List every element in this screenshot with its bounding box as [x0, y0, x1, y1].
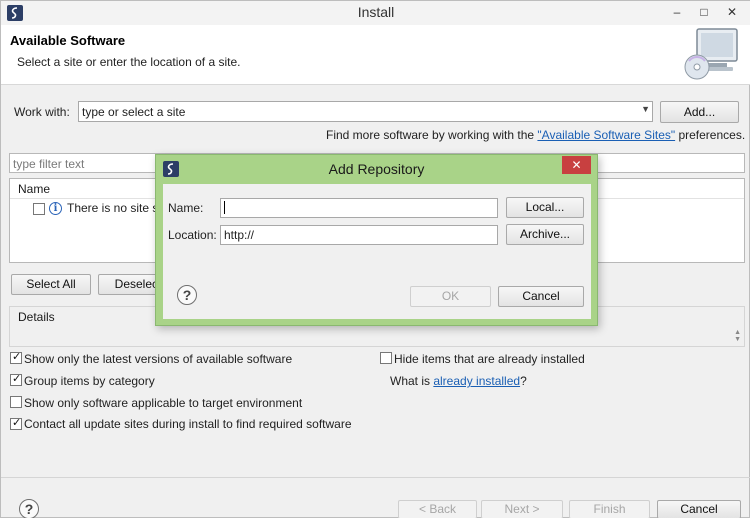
dialog-title-bar: Add Repository ✕: [156, 155, 597, 184]
dialog-title: Add Repository: [328, 161, 425, 177]
find-more-text: Find more software by working with the "…: [326, 128, 745, 142]
repo-location-input[interactable]: http://: [220, 225, 498, 245]
add-repository-dialog: Add Repository ✕ Name: Local... Location…: [155, 154, 598, 326]
repo-name-input[interactable]: [220, 198, 498, 218]
details-scroll-arrows-icon[interactable]: ▲ ▼: [734, 329, 741, 343]
chevron-down-icon[interactable]: ▼: [641, 104, 650, 114]
details-title: Details: [18, 310, 55, 324]
window-title: Install: [357, 4, 395, 20]
finish-button[interactable]: Finish: [569, 500, 650, 518]
group-by-category-label: Group items by category: [24, 374, 155, 388]
repo-location-label: Location:: [168, 228, 217, 242]
close-button[interactable]: ✕: [719, 2, 745, 22]
page-header: Available Software Select a site or ente…: [1, 25, 750, 85]
install-banner-icon: [684, 28, 738, 80]
page-title: Available Software: [10, 33, 126, 48]
repo-location-value: http://: [224, 228, 255, 242]
info-icon: i: [49, 202, 62, 215]
dialog-body: Name: Local... Location: http:// Archive…: [163, 184, 591, 319]
applicable-only-checkbox[interactable]: [10, 396, 22, 408]
work-with-value: type or select a site: [82, 105, 186, 119]
footer-divider: [1, 477, 750, 478]
back-button[interactable]: < Back: [398, 500, 477, 518]
find-more-suffix: preferences.: [675, 128, 746, 142]
select-all-button[interactable]: Select All: [11, 274, 91, 295]
archive-button[interactable]: Archive...: [506, 224, 584, 245]
title-bar: Install ‒ □ ✕: [1, 1, 750, 25]
find-more-prefix: Find more software by working with the: [326, 128, 538, 142]
show-latest-label: Show only the latest versions of availab…: [24, 352, 293, 366]
help-icon[interactable]: ?: [19, 499, 39, 518]
cancel-button[interactable]: Cancel: [657, 500, 741, 518]
repo-name-label: Name:: [168, 201, 204, 215]
applicable-only-label: Show only software applicable to target …: [24, 396, 303, 410]
text-caret: [224, 201, 225, 214]
available-software-sites-link[interactable]: "Available Software Sites": [537, 128, 675, 142]
work-with-label: Work with:: [14, 105, 70, 119]
what-is-suffix: ?: [520, 374, 527, 388]
work-with-combo[interactable]: type or select a site ▼: [78, 101, 653, 122]
already-installed-link[interactable]: already installed: [433, 374, 520, 388]
hide-installed-label: Hide items that are already installed: [394, 352, 585, 366]
hide-installed-checkbox[interactable]: [380, 352, 392, 364]
show-latest-checkbox[interactable]: [10, 350, 22, 364]
what-is-prefix: What is: [390, 374, 434, 388]
column-name[interactable]: Name: [18, 182, 50, 196]
what-is-installed-text: What is already installed?: [390, 374, 527, 388]
add-site-button[interactable]: Add...: [660, 101, 739, 123]
contact-update-sites-checkbox[interactable]: [10, 416, 22, 430]
ok-button[interactable]: OK: [410, 286, 491, 307]
filter-placeholder: type filter text: [13, 157, 85, 171]
row-checkbox[interactable]: [33, 203, 45, 215]
contact-update-sites-label: Contact all update sites during install …: [24, 417, 352, 431]
local-button[interactable]: Local...: [506, 197, 584, 218]
dialog-close-button[interactable]: ✕: [562, 156, 591, 174]
minimize-button[interactable]: ‒: [664, 2, 690, 22]
next-button[interactable]: Next >: [481, 500, 563, 518]
dialog-help-icon[interactable]: ?: [177, 285, 197, 305]
table-row-text: There is no site s: [67, 201, 159, 215]
page-subtitle: Select a site or enter the location of a…: [17, 55, 241, 69]
maximize-button[interactable]: □: [691, 2, 717, 22]
group-by-category-checkbox[interactable]: [10, 372, 22, 386]
dialog-cancel-button[interactable]: Cancel: [498, 286, 584, 307]
